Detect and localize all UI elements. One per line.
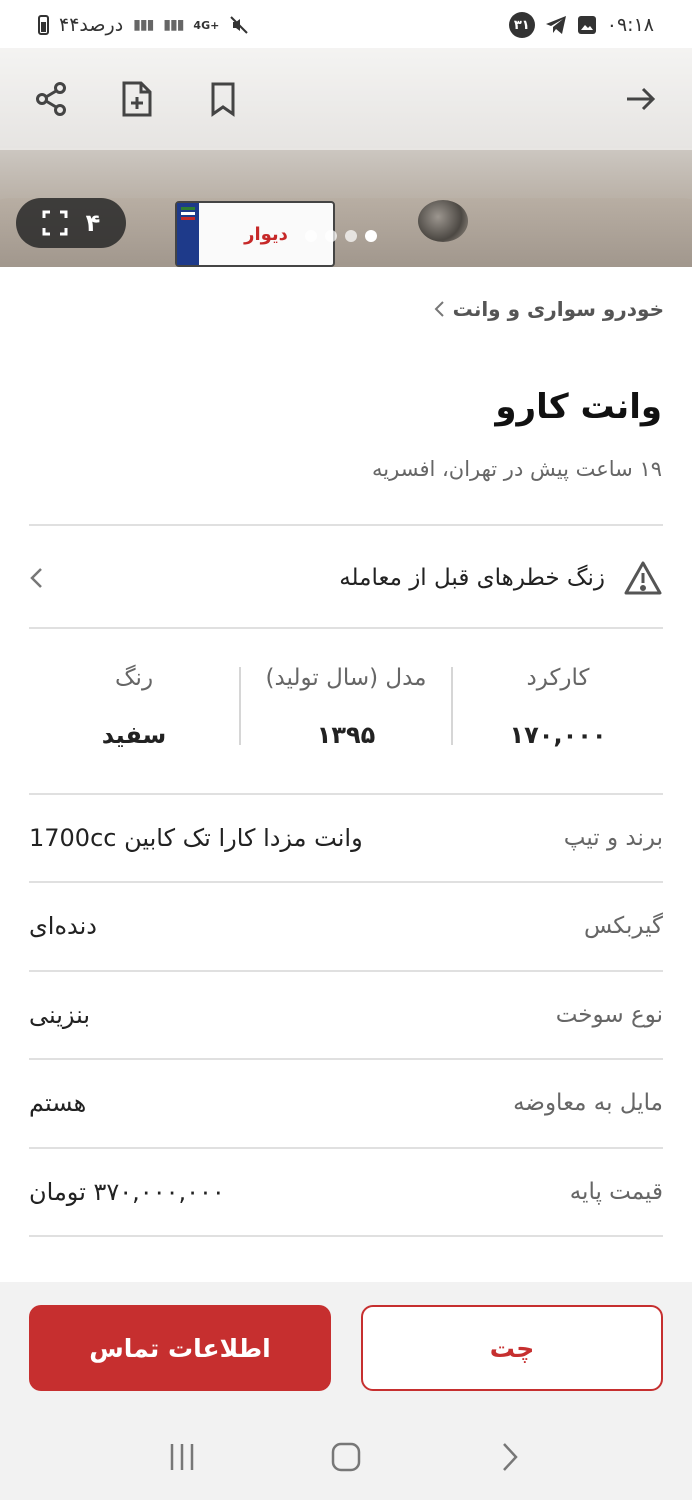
- add-note-button[interactable]: [114, 76, 160, 122]
- chevron-left-icon: [434, 301, 444, 317]
- spec-row-gearbox: گیربکس دنده‌ای: [29, 882, 663, 970]
- spec-value: دنده‌ای: [29, 912, 97, 940]
- network-type: 4G+: [193, 18, 220, 32]
- share-button[interactable]: [28, 76, 74, 122]
- stat-color: رنگ سفید: [29, 657, 239, 757]
- slide-indicator: [305, 230, 377, 242]
- file-add-icon: [122, 81, 152, 117]
- stat-value: سفید: [101, 721, 167, 749]
- system-navigation-bar: [0, 1414, 692, 1500]
- stat-separator: [451, 667, 453, 745]
- car-fog-light-image: [418, 200, 468, 242]
- key-stats: کارکرد ۱۷۰,۰۰۰ مدل (سال تولید) ۱۳۹۵ رنگ …: [29, 657, 663, 757]
- slide-dot-active[interactable]: [365, 230, 377, 242]
- spec-value: ۳۷۰,۰۰۰,۰۰۰ تومان: [29, 1178, 225, 1206]
- spec-value: وانت مزدا کارا تک کابین 1700cc: [29, 824, 363, 852]
- spec-row-exchange: مایل به معاوضه هستم: [29, 1059, 663, 1147]
- stat-label: مدل (سال تولید): [265, 665, 427, 691]
- mute-icon: [230, 16, 249, 34]
- top-toolbar: [0, 48, 692, 150]
- recent-apps-button[interactable]: [162, 1437, 202, 1477]
- chevron-left-icon: [30, 568, 42, 588]
- scam-warning-label: زنگ خطرهای قبل از معامله: [339, 565, 605, 591]
- spec-row-price: قیمت پایه ۳۷۰,۰۰۰,۰۰۰ تومان: [29, 1148, 663, 1236]
- contact-info-button[interactable]: اطلاعات تماس: [29, 1305, 331, 1391]
- back-button[interactable]: [618, 76, 664, 122]
- spec-label: مایل به معاوضه: [513, 1090, 663, 1116]
- home-icon: [331, 1442, 361, 1472]
- stat-separator: [239, 667, 241, 745]
- signal-icon-2: ▮▮▮: [163, 17, 184, 33]
- spec-label: قیمت پایه: [569, 1179, 663, 1205]
- stat-label: کارکرد: [526, 665, 590, 691]
- spec-row-fuel: نوع سوخت بنزینی: [29, 971, 663, 1059]
- arrow-right-icon: [627, 87, 656, 111]
- warning-icon: [624, 561, 662, 595]
- slide-dot[interactable]: [345, 230, 357, 242]
- gallery-icon: [577, 16, 596, 34]
- status-bar: ۴۴درصد ▮▮▮ ▮▮▮ 4G+ ۳۱ ۰۹:۱۸: [0, 0, 692, 50]
- status-right: ۳۱ ۰۹:۱۸: [508, 12, 654, 38]
- system-back-button[interactable]: [490, 1437, 530, 1477]
- spec-label: نوع سوخت: [555, 1002, 663, 1028]
- slide-dot[interactable]: [305, 230, 317, 242]
- action-bar: اطلاعات تماس چت: [0, 1282, 692, 1414]
- fullscreen-icon: [42, 210, 68, 236]
- stat-value: ۱۳۹۵: [316, 721, 376, 749]
- stat-mileage: کارکرد ۱۷۰,۰۰۰: [453, 657, 663, 757]
- signal-icon: ▮▮▮: [133, 17, 154, 33]
- divider: [29, 524, 663, 526]
- spec-value: بنزینی: [29, 1001, 91, 1029]
- telegram-icon: [545, 16, 566, 34]
- scam-warning-row[interactable]: زنگ خطرهای قبل از معامله: [29, 527, 663, 629]
- battery-icon: [38, 15, 49, 35]
- bookmark-button[interactable]: [200, 76, 246, 122]
- ad-title: وانت کارو: [495, 387, 662, 427]
- slide-dot[interactable]: [325, 230, 337, 242]
- stat-model-year: مدل (سال تولید) ۱۳۹۵: [241, 657, 451, 757]
- spec-label: گیربکس: [583, 913, 663, 939]
- clock: ۰۹:۱۸: [606, 14, 654, 36]
- divider: [29, 627, 663, 629]
- chat-button[interactable]: چت: [361, 1305, 663, 1391]
- stat-label: رنگ: [114, 665, 154, 691]
- home-button[interactable]: [326, 1437, 366, 1477]
- battery-text: ۴۴درصد: [59, 14, 124, 36]
- bookmark-icon: [211, 82, 235, 117]
- status-left: ۴۴درصد ▮▮▮ ▮▮▮ 4G+: [38, 14, 249, 36]
- breadcrumb-label: خودرو سواری و وانت: [452, 297, 664, 321]
- share-icon: [36, 82, 66, 116]
- fullscreen-gallery-button[interactable]: ۴: [16, 198, 126, 248]
- ad-subtitle: ۱۹ ساعت پیش در تهران، افسریه: [372, 457, 662, 481]
- plate-flag-icon: [177, 203, 199, 265]
- stat-value: ۱۷۰,۰۰۰: [509, 721, 607, 749]
- recent-apps-icon: [170, 1444, 194, 1470]
- photo-count: ۴: [85, 209, 101, 237]
- spec-label: برند و تیپ: [563, 825, 663, 851]
- spec-row-brand: برند و تیپ وانت مزدا کارا تک کابین 1700c…: [29, 794, 663, 882]
- divider: [29, 1235, 663, 1237]
- notification-count-badge: ۳۱: [508, 12, 535, 38]
- chevron-right-icon: [503, 1443, 518, 1471]
- spec-value: هستم: [29, 1089, 87, 1117]
- breadcrumb[interactable]: خودرو سواری و وانت: [433, 297, 664, 321]
